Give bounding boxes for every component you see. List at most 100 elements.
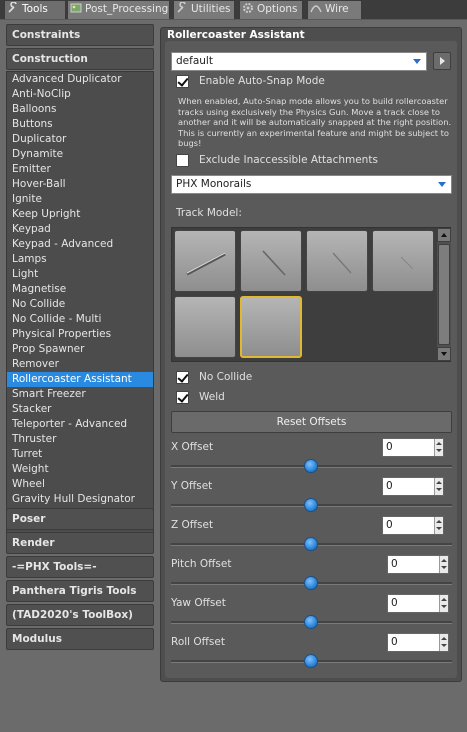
image-icon bbox=[70, 3, 82, 13]
list-item[interactable]: Advanced Duplicator bbox=[7, 72, 153, 87]
track-model-label: Track Model: bbox=[176, 207, 242, 219]
list-item[interactable]: Emitter bbox=[7, 162, 153, 177]
list-item[interactable]: Magnetise bbox=[7, 282, 153, 297]
track-pack-dropdown[interactable]: PHX Monorails bbox=[171, 175, 452, 194]
tab-label: Utilities bbox=[191, 3, 231, 15]
tab-utilities[interactable]: Utilities bbox=[173, 0, 235, 19]
list-item[interactable]: Hover-Ball bbox=[7, 177, 153, 192]
category-phx-tools[interactable]: -=PHX Tools=- bbox=[6, 556, 154, 578]
list-item[interactable]: Turret bbox=[7, 447, 153, 462]
monorail-model-icon bbox=[262, 250, 286, 276]
category-modulus[interactable]: Modulus bbox=[6, 628, 154, 650]
list-item[interactable]: Keypad - Advanced bbox=[7, 237, 153, 252]
list-item[interactable]: Wheel bbox=[7, 477, 153, 492]
pitch-offset-slider-knob[interactable] bbox=[304, 576, 318, 590]
list-item[interactable]: Anti-NoClip bbox=[7, 87, 153, 102]
preset-dropdown[interactable]: default bbox=[171, 52, 427, 71]
pitch-offset-value: 0 bbox=[391, 558, 398, 570]
tab-post-processing[interactable]: Post_Processing bbox=[67, 0, 170, 19]
list-item[interactable]: Dynamite bbox=[7, 147, 153, 162]
track-model-tile[interactable] bbox=[372, 230, 434, 292]
list-item[interactable]: Thruster bbox=[7, 432, 153, 447]
scroll-down-icon[interactable] bbox=[437, 347, 451, 361]
list-item[interactable]: Stacker bbox=[7, 402, 153, 417]
tab-label: Wire bbox=[325, 3, 349, 15]
category-tad-toolbox[interactable]: (TAD2020's ToolBox) bbox=[6, 604, 154, 626]
track-model-tile[interactable] bbox=[306, 230, 368, 292]
list-item[interactable]: Balloons bbox=[7, 102, 153, 117]
spinner-icon[interactable] bbox=[434, 478, 443, 495]
pitch-offset-label: Pitch Offset bbox=[171, 558, 232, 570]
list-item[interactable]: Duplicator bbox=[7, 132, 153, 147]
yaw-offset-label: Yaw Offset bbox=[171, 597, 226, 609]
list-item[interactable]: Physical Properties bbox=[7, 327, 153, 342]
yaw-offset-value: 0 bbox=[391, 597, 398, 609]
category-poser[interactable]: Poser bbox=[6, 508, 154, 530]
list-item[interactable]: Prop Spawner bbox=[7, 342, 153, 357]
weld-checkbox[interactable] bbox=[176, 391, 189, 404]
track-model-tile-selected[interactable] bbox=[240, 296, 302, 358]
y-offset-slider-knob[interactable] bbox=[304, 498, 318, 512]
track-model-tile[interactable] bbox=[174, 296, 236, 358]
list-item[interactable]: Buttons bbox=[7, 117, 153, 132]
category-constraints[interactable]: Constraints bbox=[6, 24, 154, 46]
spinner-icon[interactable] bbox=[434, 439, 443, 456]
spinner-icon[interactable] bbox=[439, 556, 448, 573]
x-offset-slider-knob[interactable] bbox=[304, 459, 318, 473]
preset-menu-button[interactable] bbox=[433, 52, 451, 70]
autosnap-help-text: When enabled, Auto-Snap mode allows you … bbox=[178, 96, 454, 149]
track-model-tile[interactable] bbox=[240, 230, 302, 292]
tab-label: Post_Processing bbox=[85, 3, 169, 15]
monorail-model-icon bbox=[400, 256, 414, 270]
chevron-down-icon bbox=[438, 182, 446, 187]
list-item[interactable]: Keypad bbox=[7, 222, 153, 237]
help-line: This is currently an experimental featur… bbox=[178, 127, 449, 138]
exclude-attachments-checkbox[interactable] bbox=[176, 154, 189, 167]
list-item[interactable]: No Collide - Multi bbox=[7, 312, 153, 327]
list-item[interactable]: Smart Freezer bbox=[7, 387, 153, 402]
list-item[interactable]: Keep Upright bbox=[7, 207, 153, 222]
tab-tools[interactable]: Tools bbox=[4, 0, 66, 19]
track-model-scrollbar[interactable] bbox=[437, 228, 451, 361]
x-offset-value: 0 bbox=[386, 441, 393, 453]
track-model-tile[interactable] bbox=[174, 230, 236, 292]
scrollbar-thumb[interactable] bbox=[438, 244, 450, 345]
track-model-grid bbox=[171, 227, 451, 362]
tab-wire[interactable]: Wire bbox=[307, 0, 362, 19]
z-offset-input[interactable]: 0 bbox=[382, 516, 444, 535]
help-line: bugs! bbox=[178, 138, 202, 148]
list-item[interactable]: No Collide bbox=[7, 297, 153, 312]
list-item-selected[interactable]: Rollercoaster Assistant bbox=[7, 372, 153, 387]
tab-bar: Tools Post_Processing Utilities Options … bbox=[0, 0, 467, 19]
preset-value: default bbox=[176, 55, 213, 67]
list-item[interactable]: Remover bbox=[7, 357, 153, 372]
yaw-offset-slider-knob[interactable] bbox=[304, 615, 318, 629]
yaw-offset-input[interactable]: 0 bbox=[387, 594, 449, 613]
spinner-icon[interactable] bbox=[439, 595, 448, 612]
list-item[interactable]: Lamps bbox=[7, 252, 153, 267]
list-item[interactable]: Teleporter - Advanced bbox=[7, 417, 153, 432]
pitch-offset-input[interactable]: 0 bbox=[387, 555, 449, 574]
category-panthera-tigris[interactable]: Panthera Tigris Tools bbox=[6, 580, 154, 602]
tab-label: Options bbox=[257, 3, 298, 15]
tab-options[interactable]: Options bbox=[239, 0, 303, 19]
list-item[interactable]: Light bbox=[7, 267, 153, 282]
list-item[interactable]: Gravity Hull Designator bbox=[7, 492, 153, 507]
z-offset-slider-knob[interactable] bbox=[304, 537, 318, 551]
y-offset-input[interactable]: 0 bbox=[382, 477, 444, 496]
spinner-icon[interactable] bbox=[439, 634, 448, 651]
roll-offset-slider-knob[interactable] bbox=[304, 654, 318, 668]
scroll-up-icon[interactable] bbox=[437, 228, 451, 242]
category-render[interactable]: Render bbox=[6, 532, 154, 554]
y-offset-label: Y Offset bbox=[171, 480, 213, 492]
spinner-icon[interactable] bbox=[434, 517, 443, 534]
x-offset-input[interactable]: 0 bbox=[382, 438, 444, 457]
autosnap-checkbox[interactable] bbox=[176, 75, 189, 88]
reset-offsets-button[interactable]: Reset Offsets bbox=[171, 411, 452, 433]
list-item[interactable]: Weight bbox=[7, 462, 153, 477]
autosnap-label: Enable Auto-Snap Mode bbox=[199, 75, 325, 87]
list-item[interactable]: Ignite bbox=[7, 192, 153, 207]
category-construction[interactable]: Construction bbox=[6, 48, 154, 70]
nocollide-checkbox[interactable] bbox=[176, 371, 189, 384]
roll-offset-input[interactable]: 0 bbox=[387, 633, 449, 652]
